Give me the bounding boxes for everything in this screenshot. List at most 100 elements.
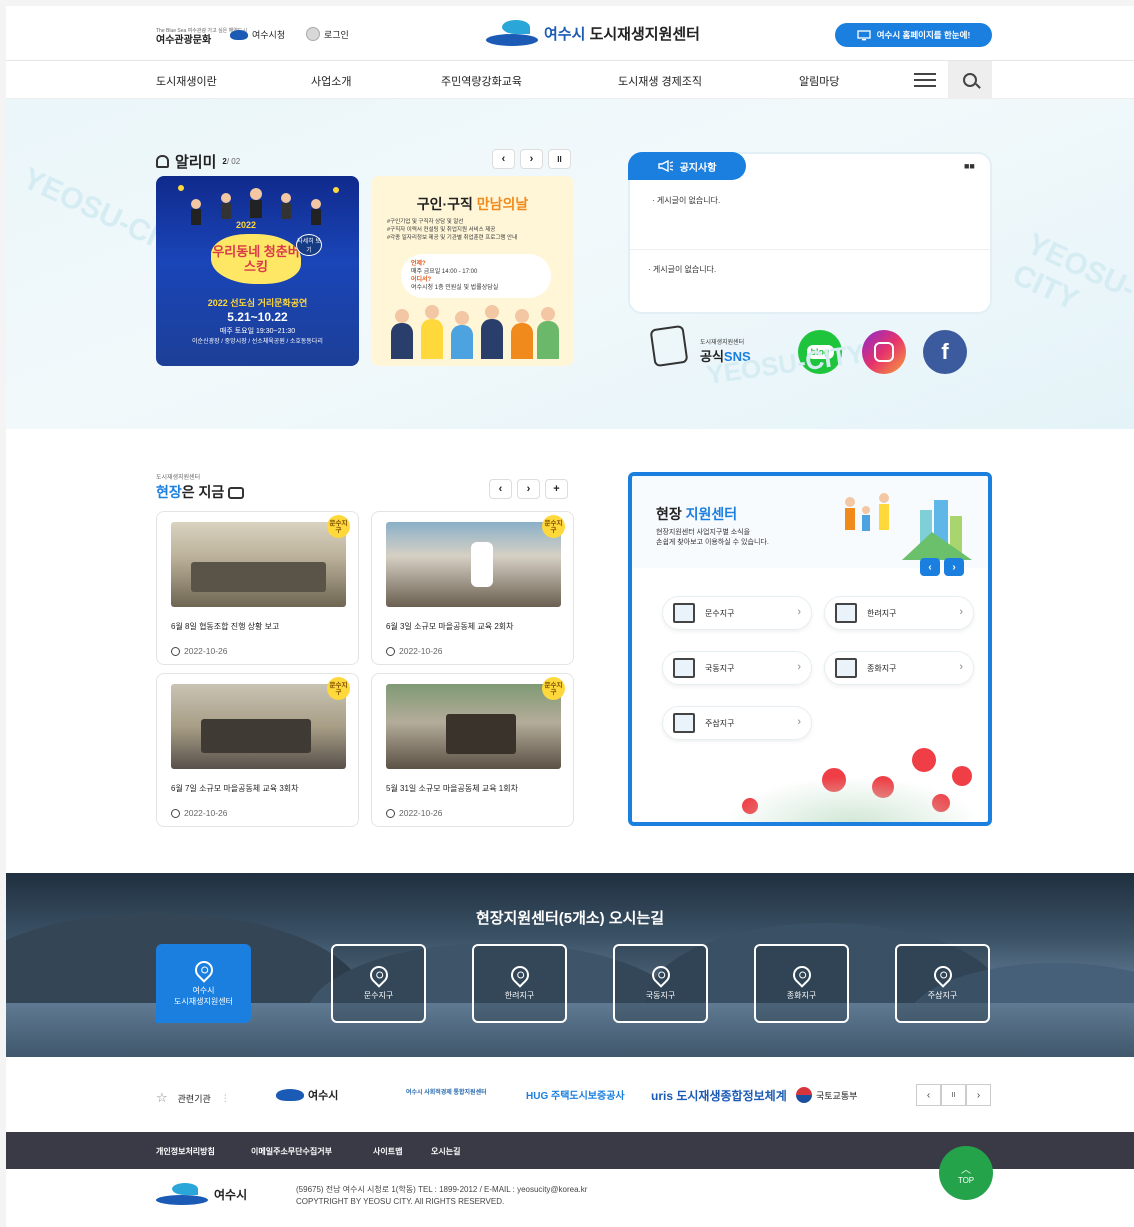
field-card-title: 6월 8일 협동조합 진행 상황 보고	[171, 622, 280, 631]
area-button-gukdong[interactable]: 국동지구 ›	[662, 651, 812, 685]
field-card-date: 2022-10-26	[386, 808, 442, 818]
site-logo[interactable]: 여수시 도시재생지원센터	[486, 20, 700, 46]
area-button-jonghwa[interactable]: 종화지구 ›	[824, 651, 974, 685]
location-pin-icon	[365, 962, 392, 988]
org-yeosu[interactable]: 여수시	[276, 1087, 338, 1103]
notice-more-icon[interactable]: ■■	[964, 161, 978, 175]
notice-item-2-text: 게시글이 없습니다.	[652, 265, 717, 274]
location-hallyeo[interactable]: 한려지구	[472, 944, 567, 1023]
alrimi-pager: 2/ 02	[222, 157, 240, 166]
org-uris[interactable]: uris 도시재생종합정보체계	[651, 1087, 787, 1104]
field-photo	[386, 522, 561, 607]
field-photo	[171, 684, 346, 769]
area-button-hallyeo[interactable]: 한려지구 ›	[824, 596, 974, 630]
related-next-button[interactable]: ›	[966, 1084, 991, 1106]
job-fair-title-b: 만남의날	[476, 196, 529, 212]
support-prev-button[interactable]: ‹	[920, 558, 940, 576]
notice-tab-label: 공지사항	[679, 162, 717, 174]
location-pin-icon	[647, 962, 674, 988]
field-card-date: 2022-10-26	[386, 646, 442, 656]
busking-year: 2022	[236, 220, 257, 230]
clock-icon	[386, 808, 395, 818]
related-controls: ‹ II ›	[916, 1084, 991, 1106]
directions-link[interactable]: 오시는길	[431, 1146, 460, 1157]
org-hug[interactable]: HUG 주택도시보증공사	[526, 1087, 625, 1102]
org-social-economy-label: 여수시 사회적경제 통합지원센터	[406, 1090, 487, 1096]
area-label: 주삼지구	[705, 718, 735, 728]
location-gukdong[interactable]: 국동지구	[613, 944, 708, 1023]
location-jusam[interactable]: 주삼지구	[895, 944, 990, 1023]
user-icon	[306, 27, 320, 41]
star-icon: ☆	[156, 1090, 168, 1105]
wave-logo-icon	[486, 20, 538, 46]
district-badge: 문수지구	[542, 515, 565, 538]
org-molit[interactable]: 국토교통부	[796, 1087, 857, 1103]
tour-logo-text: 여수관광문화	[156, 35, 212, 46]
notice-item-1[interactable]: · 게시글이 없습니다.	[652, 195, 720, 206]
nav-item-education[interactable]: 주민역량강화교육	[441, 73, 522, 89]
busking-poster[interactable]: 2022 우리동네 청춘버스킹 자세히 보기 2022 선도심 거리문화공연 5…	[156, 176, 359, 366]
instagram-button[interactable]	[862, 330, 906, 374]
job-fair-poster[interactable]: 구인·구직 만남의날 #구인기업 및 구직자 상담 및 알선 #구직자 이력서 …	[371, 176, 574, 366]
phone-icon	[649, 324, 689, 368]
field-card[interactable]: 문수지구 5월 31일 소규모 마을공동체 교육 1회차 2022-10-26	[371, 673, 574, 827]
field-prev-button[interactable]: ‹	[489, 479, 512, 499]
clock-icon	[171, 808, 180, 818]
footer-copyright: COPYTRIGHT BY YEOSU CITY. All RIGHTS RES…	[296, 1197, 505, 1206]
job-fair-title-a: 구인·구직	[416, 196, 473, 212]
nav-item-business[interactable]: 사업소개	[311, 73, 351, 89]
band-illustration	[178, 185, 339, 225]
field-card-date-text: 2022-10-26	[399, 808, 443, 818]
field-card[interactable]: 문수지구 6월 7일 소규모 마을공동체 교육 3회차 2022-10-26	[156, 673, 359, 827]
org-hug-label: HUG 주택도시보증공사	[526, 1091, 625, 1102]
field-next-button[interactable]: ›	[517, 479, 540, 499]
site-logo-title: 도시재생지원센터	[589, 25, 700, 43]
busking-detail-badge[interactable]: 자세히 보기	[296, 234, 322, 256]
area-label: 한려지구	[867, 608, 897, 618]
scroll-top-button[interactable]: ︿ TOP	[939, 1146, 993, 1200]
location-pin-icon	[929, 962, 956, 988]
alrimi-pause-button[interactable]: II	[548, 149, 571, 169]
alrimi-prev-button[interactable]: ‹	[492, 149, 515, 169]
yeosu-city-link[interactable]: 여수시청	[230, 28, 285, 41]
org-molit-label: 국토교통부	[816, 1090, 858, 1101]
field-card-date: 2022-10-26	[171, 646, 227, 656]
notice-tab[interactable]: 공지사항	[628, 152, 746, 180]
area-button-jusam[interactable]: 주삼지구 ›	[662, 706, 812, 740]
yeosu-homepage-button[interactable]: 여수시 홈페이지를 한눈에!	[835, 23, 992, 47]
org-social-economy[interactable]: 여수시 사회적경제 통합지원센터	[406, 1087, 496, 1096]
field-card-date: 2022-10-26	[171, 808, 227, 818]
support-next-button[interactable]: ›	[944, 558, 964, 576]
nav-item-urban-regeneration[interactable]: 도시재생이란	[156, 73, 217, 89]
field-card[interactable]: 문수지구 6월 3일 소규모 마을공동체 교육 2회차 2022-10-26	[371, 511, 574, 665]
facebook-button[interactable]: f	[923, 330, 967, 374]
field-card-title: 5월 31일 소규모 마을공동체 교육 1회차	[386, 784, 518, 793]
alrimi-section: YEOSU-CITY YEOSU-CITY 알리미 2/ 02 ‹ › II 2…	[6, 99, 1134, 429]
related-pause-button[interactable]: II	[941, 1084, 966, 1106]
sitemap-link[interactable]: 사이트맵	[373, 1146, 402, 1157]
related-prev-button[interactable]: ‹	[916, 1084, 941, 1106]
yeosu-homepage-label: 여수시 홈페이지를 한눈에!	[876, 30, 971, 40]
location-main-line1: 여수시	[192, 985, 215, 995]
field-card[interactable]: 문수지구 6월 8일 협동조합 진행 상황 보고 2022-10-26	[156, 511, 359, 665]
area-button-munsu[interactable]: 문수지구 ›	[662, 596, 812, 630]
hamburger-menu-icon[interactable]	[914, 73, 936, 87]
field-photo	[171, 522, 346, 607]
location-main-center[interactable]: 여수시 도시재생지원센터	[156, 944, 251, 1023]
location-munsu[interactable]: 문수지구	[331, 944, 426, 1023]
chevron-right-icon: ›	[797, 661, 801, 673]
privacy-policy-link[interactable]: 개인정보처리방침	[156, 1146, 215, 1157]
job-fair-desc-1: #구인기업 및 구직자 상담 및 알선	[387, 219, 464, 225]
notice-item-2[interactable]: · 게시글이 없습니다.	[648, 264, 716, 275]
nav-item-economic-org[interactable]: 도시재생 경제조직	[618, 73, 702, 89]
alrimi-next-button[interactable]: ›	[520, 149, 543, 169]
search-button[interactable]	[948, 61, 992, 99]
building-icon	[835, 603, 857, 623]
nav-item-notice-board[interactable]: 알림마당	[799, 73, 839, 89]
notice-panel: 공지사항 ■■ · 게시글이 없습니다. · 게시글이 없습니다.	[628, 152, 992, 314]
email-policy-link[interactable]: 이메일주소무단수집거부	[251, 1146, 332, 1157]
field-more-button[interactable]: +	[545, 479, 568, 499]
login-link[interactable]: 로그인	[306, 27, 349, 41]
field-card-title: 6월 7일 소규모 마을공동체 교육 3회차	[171, 784, 299, 793]
location-jonghwa[interactable]: 종화지구	[754, 944, 849, 1023]
